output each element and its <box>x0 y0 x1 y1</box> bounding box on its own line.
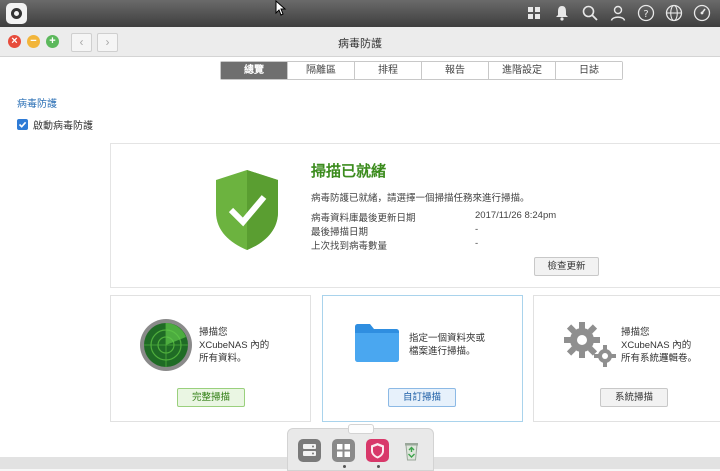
system-top-bar: ? <box>0 0 720 27</box>
tab-report[interactable]: 報告 <box>422 62 489 79</box>
mouse-cursor-icon <box>275 0 287 16</box>
globe-icon[interactable] <box>664 3 684 23</box>
virus-count-label: 上次找到病毒數量 <box>311 241 388 252</box>
status-description: 病毒防護已就緒，請選擇一個掃描任務來進行掃描。 <box>311 193 530 204</box>
window-title: 病毒防護 <box>338 38 382 50</box>
apps-grid-icon[interactable] <box>332 439 355 462</box>
system-scan-button[interactable]: 系統掃描 <box>600 388 668 407</box>
storage-manager-icon[interactable] <box>298 439 321 462</box>
virus-count-value: - <box>475 238 479 249</box>
db-update-value: 2017/11/26 8:24pm <box>475 210 557 221</box>
nas-logo-icon[interactable] <box>6 3 27 24</box>
full-scan-button[interactable]: 完整掃描 <box>177 388 245 407</box>
tab-quarantine[interactable]: 隔離區 <box>288 62 355 79</box>
gears-icon <box>564 322 616 367</box>
section-title: 病毒防護 <box>17 99 57 110</box>
dock-handle[interactable] <box>348 424 374 434</box>
system-scan-line-2: XCubeNAS 內的 <box>621 340 692 351</box>
main-content: 總覽 隔離區 排程 報告 進階設定 日誌 病毒防護 啟動病毒防護 掃描已就緒 病… <box>0 57 720 457</box>
system-scan-line-3: 所有系統邏輯卷。 <box>621 353 698 364</box>
scan-status-panel: 掃描已就緒 病毒防護已就緒，請選擇一個掃描任務來進行掃描。 病毒資料庫最後更新日… <box>110 143 720 288</box>
app-dock <box>287 428 434 471</box>
custom-scan-line-1: 指定一個資料夾或 <box>409 333 486 344</box>
gauge-icon[interactable] <box>692 3 712 23</box>
running-indicator <box>377 465 380 468</box>
custom-scan-line-2: 檔案進行掃描。 <box>409 346 476 357</box>
apps-icon[interactable] <box>524 3 544 23</box>
radar-icon <box>140 319 192 371</box>
user-icon[interactable] <box>608 3 628 23</box>
db-update-label: 病毒資料庫最後更新日期 <box>311 213 416 224</box>
custom-scan-card: 指定一個資料夾或 檔案進行掃描。 自訂掃描 <box>322 295 523 422</box>
folder-icon <box>355 324 399 362</box>
svg-text:?: ? <box>643 9 648 20</box>
full-scan-line-3: 所有資料。 <box>199 353 247 364</box>
checkbox-checked-icon[interactable] <box>17 119 28 130</box>
recycle-bin-icon[interactable] <box>400 439 423 462</box>
shield-check-icon <box>216 170 278 250</box>
tab-overview[interactable]: 總覽 <box>221 62 288 79</box>
system-scan-line-1: 掃描您 <box>621 327 650 338</box>
system-scan-card: 掃描您 XCubeNAS 內的 所有系統邏輯卷。 系統掃描 <box>533 295 720 422</box>
last-scan-label: 最後掃描日期 <box>311 227 369 238</box>
status-title: 掃描已就緒 <box>311 163 387 180</box>
tab-advanced-settings[interactable]: 進階設定 <box>489 62 556 79</box>
full-scan-line-2: XCubeNAS 內的 <box>199 340 270 351</box>
tab-schedule[interactable]: 排程 <box>355 62 422 79</box>
tab-logs[interactable]: 日誌 <box>556 62 622 79</box>
running-indicator <box>343 465 346 468</box>
antivirus-icon[interactable] <box>366 439 389 462</box>
enable-antivirus-checkbox[interactable]: 啟動病毒防護 <box>17 117 93 132</box>
bell-icon[interactable] <box>552 3 572 23</box>
tab-bar: 總覽 隔離區 排程 報告 進階設定 日誌 <box>220 61 623 80</box>
help-icon[interactable]: ? <box>636 3 656 23</box>
enable-antivirus-label: 啟動病毒防護 <box>33 121 93 132</box>
search-icon[interactable] <box>580 3 600 23</box>
full-scan-card: 掃描您 XCubeNAS 內的 所有資料。 完整掃描 <box>110 295 311 422</box>
last-scan-value: - <box>475 224 479 235</box>
check-update-button[interactable]: 檢查更新 <box>534 257 599 276</box>
window-title-bar: × − + ‹ › 病毒防護 <box>0 27 720 57</box>
custom-scan-button[interactable]: 自訂掃描 <box>388 388 456 407</box>
full-scan-line-1: 掃描您 <box>199 327 228 338</box>
